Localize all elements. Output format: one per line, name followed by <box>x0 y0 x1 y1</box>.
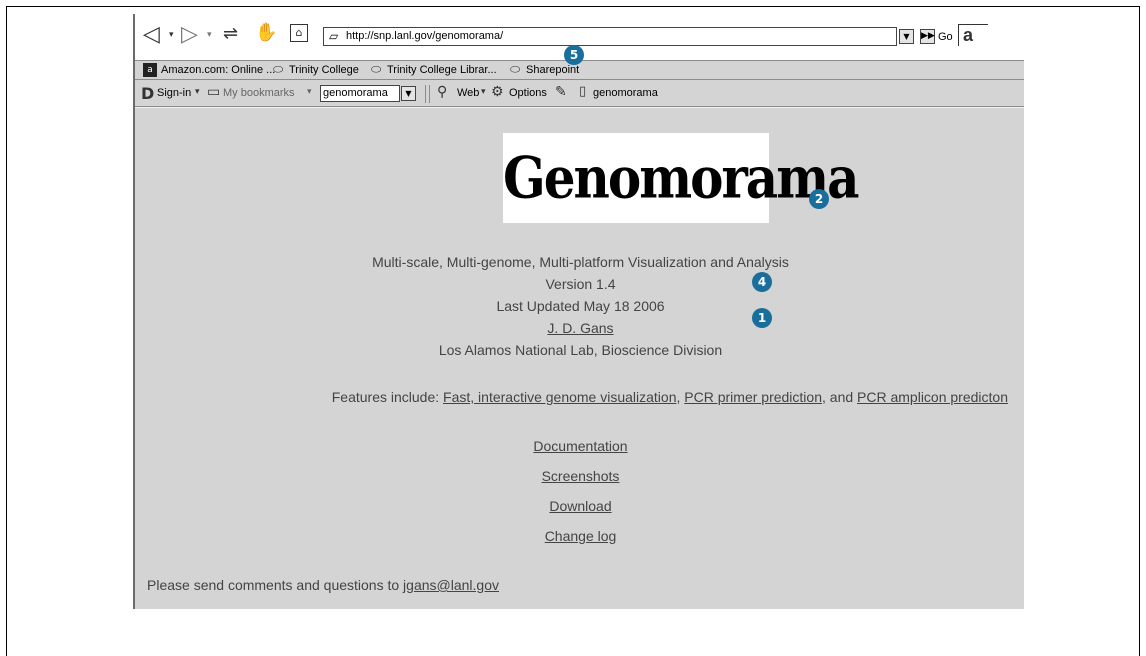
toolbar-logo-icon: D <box>141 84 155 103</box>
callout-badge-2: 2 <box>809 189 829 209</box>
go-button[interactable]: Go <box>938 31 953 43</box>
feature-link-primer[interactable]: PCR primer prediction <box>684 389 822 405</box>
stop-icon[interactable]: ✋ <box>255 22 277 43</box>
screenshots-link[interactable]: Screenshots <box>542 468 620 484</box>
features-line: Features include: Fast, interactive geno… <box>331 389 1008 405</box>
bookmarks-icon: ▭ <box>207 84 221 100</box>
search-toolbar: D Sign-in ▾ ▭ My bookmarks ▾ genomorama … <box>135 81 1024 107</box>
feature-link-amplicon[interactable]: PCR amplicon predicton <box>857 389 1008 405</box>
search-icon[interactable]: ⚲ <box>437 84 447 100</box>
logo-text: Genomorama <box>503 143 860 212</box>
toolbar-bottom-divider <box>135 107 1024 108</box>
page-icon: ▱ <box>329 29 339 43</box>
documentation-link[interactable]: Documentation <box>533 438 627 454</box>
highlight-icon[interactable]: ✎ <box>555 84 567 100</box>
nav-link-row: Screenshots <box>135 468 1024 484</box>
forward-dropdown-icon[interactable]: ▾ <box>207 30 212 40</box>
web-search-button[interactable]: Web <box>457 87 479 99</box>
comments-line: Please send comments and questions to jg… <box>147 577 499 593</box>
feature-link-visualization[interactable]: Fast, interactive genome visualization <box>443 389 676 405</box>
download-link[interactable]: Download <box>549 498 611 514</box>
email-link[interactable]: jgans@lanl.gov <box>403 577 499 593</box>
my-bookmarks-button[interactable]: My bookmarks <box>223 87 295 99</box>
toolbar-divider <box>425 85 426 103</box>
signin-button[interactable]: Sign-in <box>157 87 191 99</box>
search-dropdown-button[interactable]: ▼ <box>401 86 416 101</box>
nav-link-row: Documentation <box>135 438 1024 454</box>
callout-badge-5: 5 <box>564 45 584 65</box>
address-text: http://snp.lanl.gov/genomorama/ <box>346 30 504 42</box>
home-icon[interactable]: ⌂ <box>290 24 308 42</box>
back-icon[interactable]: ◁ <box>143 22 160 47</box>
bookmark-amazon[interactable]: Amazon.com: Online ... <box>161 64 275 76</box>
organization-text: Los Alamos National Lab, Bioscience Divi… <box>438 342 723 358</box>
browser-window: ◁ ▾ ▷ ▾ ⇌ ✋ ⌂ ▱ http://snp.lanl.gov/geno… <box>133 14 1024 609</box>
options-button[interactable]: Options <box>509 87 547 99</box>
bookmark-trinity-college[interactable]: Trinity College <box>289 64 359 76</box>
address-dropdown-button[interactable]: ▼ <box>899 29 914 44</box>
back-dropdown-icon[interactable]: ▾ <box>169 30 174 40</box>
web-dropdown-icon[interactable]: ▾ <box>481 87 486 97</box>
last-updated-text: Last Updated May 18 2006 <box>496 298 665 314</box>
bookmark-trinity-library[interactable]: Trinity College Librar... <box>387 64 497 76</box>
nav-link-row: Download <box>135 498 1024 514</box>
forward-icon[interactable]: ▷ <box>181 22 198 47</box>
address-bar[interactable]: ▱ http://snp.lanl.gov/genomorama/ <box>323 27 897 46</box>
author-line: J. D. Gans <box>135 320 1024 336</box>
callout-badge-4: 4 <box>752 272 772 292</box>
page-icon: ▯ <box>579 84 587 99</box>
bookmark-icon: ⬭ <box>371 62 382 76</box>
bookmark-icon: ⬭ <box>273 62 284 76</box>
my-bookmarks-dropdown-icon[interactable]: ▾ <box>307 87 312 97</box>
callout-badge-1: 1 <box>752 308 772 328</box>
changelog-link[interactable]: Change log <box>545 528 617 544</box>
signin-dropdown-icon[interactable]: ▾ <box>195 87 200 97</box>
amazon-icon[interactable]: a <box>958 24 988 46</box>
options-icon: ⚙ <box>491 84 504 100</box>
bookmark-icon: ⬭ <box>510 62 521 76</box>
comments-prefix: Please send comments and questions to <box>147 577 400 593</box>
go-icon[interactable]: ▶▶ <box>920 29 935 44</box>
search-input[interactable]: genomorama <box>320 85 400 102</box>
toolbar-divider <box>429 85 430 103</box>
features-separator: , and <box>822 389 854 405</box>
page-subtitle: Multi-scale, Multi-genome, Multi-platfor… <box>372 254 789 270</box>
author-link[interactable]: J. D. Gans <box>547 320 613 336</box>
amazon-bookmark-icon: a <box>143 63 157 77</box>
refresh-icon[interactable]: ⇌ <box>223 23 238 44</box>
features-prefix: Features include: <box>331 389 440 405</box>
search-term-button[interactable]: genomorama <box>593 87 658 99</box>
nav-link-row: Change log <box>135 528 1024 544</box>
version-text: Version 1.4 <box>545 276 616 292</box>
genomorama-logo: Genomorama <box>503 133 860 223</box>
bookmark-sharepoint[interactable]: Sharepoint <box>526 64 579 76</box>
